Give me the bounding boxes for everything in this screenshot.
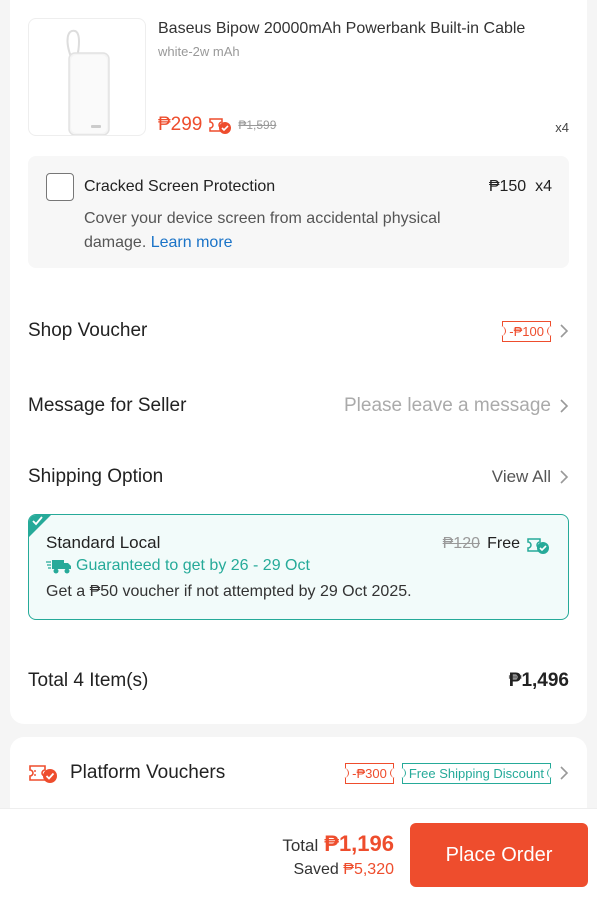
saved-amount: Saved ₱5,320 <box>293 861 394 879</box>
platform-voucher-icon <box>29 765 57 783</box>
saved-value: ₱5,320 <box>343 861 394 878</box>
order-total-value: ₱1,196 <box>324 831 394 856</box>
price-row: ₱299 ₱1,599 <box>158 114 276 136</box>
delivery-guarantee-text: Guaranteed to get by 26 - 29 Oct <box>76 557 310 574</box>
saved-label: Saved <box>293 861 339 878</box>
chevron-right-icon <box>560 766 569 780</box>
platform-voucher-tag: -₱300 <box>345 762 394 784</box>
chevron-right-icon <box>560 399 569 413</box>
items-total-label: Total 4 Item(s) <box>28 670 149 691</box>
shop-voucher-row[interactable]: Shop Voucher -₱100 <box>28 311 569 351</box>
free-shipping-tag: Free Shipping Discount <box>401 762 551 784</box>
product-image[interactable] <box>28 18 146 136</box>
chevron-right-icon <box>560 324 569 338</box>
protection-price-value: ₱150 <box>488 178 527 195</box>
view-all-label: View All <box>491 467 551 486</box>
shop-voucher-tag: -₱100 <box>502 320 551 342</box>
shipping-fee: Free <box>487 535 520 552</box>
product-variant: white-2w mAh <box>158 44 240 59</box>
product-title[interactable]: Baseus Bipow 20000mAh Powerbank Built-in… <box>158 20 573 38</box>
shipping-voucher-icon <box>527 538 549 554</box>
protection-description: Cover your device screen from accidental… <box>84 207 504 255</box>
product-price: ₱299 <box>158 114 203 135</box>
product-original-price: ₱1,599 <box>238 118 277 132</box>
platform-voucher-row[interactable]: Platform Vouchers -₱300 Free Shipping Di… <box>28 753 569 793</box>
view-all-button[interactable]: View All <box>492 467 569 487</box>
voucher-check-icon <box>209 118 232 134</box>
protection-description-text: Cover your device screen from accidental… <box>84 210 441 251</box>
chevron-right-icon <box>560 470 569 484</box>
shipping-option-label: Shipping Option <box>28 466 164 487</box>
order-total: Total ₱1,196 <box>282 831 394 857</box>
platform-voucher-label: Platform Vouchers <box>70 762 226 783</box>
screen-protection-box: Cracked Screen Protection ₱150 x4 Cover … <box>28 156 569 268</box>
shipping-option-card[interactable]: Standard Local ₱120 Free Guaranteed to g… <box>28 514 569 620</box>
message-input[interactable]: Please leave a message <box>344 395 551 417</box>
protection-quantity: x4 <box>535 178 552 195</box>
place-order-button[interactable]: Place Order <box>410 823 588 887</box>
message-row[interactable]: Message for Seller Please leave a messag… <box>28 386 569 426</box>
product-quantity: x4 <box>555 120 569 135</box>
order-total-label: Total <box>282 836 319 855</box>
message-label: Message for Seller <box>28 395 187 416</box>
delivery-guarantee: Guaranteed to get by 26 - 29 Oct <box>46 557 310 575</box>
items-total-row: Total 4 Item(s) ₱1,496 <box>28 670 569 692</box>
order-card: Baseus Bipow 20000mAh Powerbank Built-in… <box>10 0 587 724</box>
shipping-method-title: Standard Local <box>46 533 161 552</box>
checkout-bar: Total ₱1,196 Saved ₱5,320 Place Order <box>0 808 597 902</box>
shipping-option-row: Shipping Option View All <box>28 457 569 497</box>
learn-more-link[interactable]: Learn more <box>151 234 233 251</box>
shop-voucher-label: Shop Voucher <box>28 320 148 341</box>
check-icon <box>32 516 43 526</box>
protection-checkbox[interactable] <box>46 173 74 201</box>
items-total-value: ₱1,496 <box>508 670 569 691</box>
protection-title: Cracked Screen Protection <box>84 178 276 195</box>
shipping-old-fee: ₱120 <box>442 535 480 552</box>
truck-icon <box>46 560 71 574</box>
shipping-voucher-note: Get a ₱50 voucher if not attempted by 29… <box>46 583 412 600</box>
protection-price: ₱150 x4 <box>489 178 552 196</box>
